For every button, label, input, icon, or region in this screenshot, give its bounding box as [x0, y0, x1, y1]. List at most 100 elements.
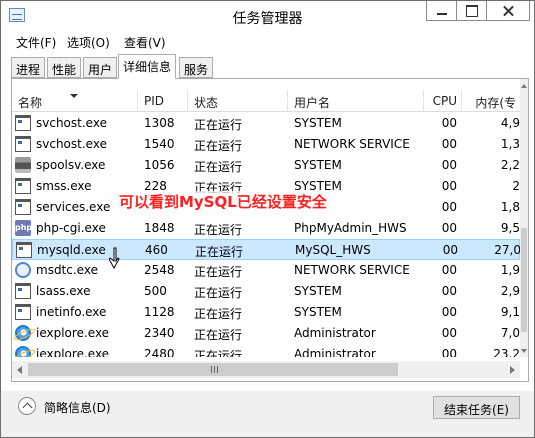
scroll-down-icon[interactable] — [521, 349, 527, 353]
end-task-button[interactable]: 结束任务(E) — [433, 396, 520, 419]
column-status[interactable]: 状态 — [188, 90, 288, 112]
column-name[interactable]: 名称 — [12, 90, 138, 112]
vertical-scroll-thumb[interactable] — [521, 228, 527, 332]
table-row[interactable]: mysqld.exe 460 正在运行 MySQL_HWS 00 27,0 — [12, 239, 520, 260]
ie-icon — [15, 325, 31, 341]
window-icon — [15, 304, 31, 320]
table-row[interactable]: svchost.exe 1540 正在运行 NETWORK SERVICE 00 1,3 — [12, 134, 520, 155]
cell-status: 正在运行 — [194, 223, 243, 237]
mouse-pointer-icon — [109, 247, 120, 269]
window-icon — [15, 178, 31, 194]
cell-cpu: 00 — [441, 158, 457, 172]
cell-pid: 1540 — [144, 137, 175, 151]
cell-mem: 7,0 — [500, 326, 520, 340]
footer: 简略信息(D) 结束任务(E) — [1, 391, 534, 437]
cell-name: svchost.exe — [36, 116, 107, 130]
column-pid[interactable]: PID — [138, 90, 188, 112]
tab-processes[interactable]: 进程 — [11, 57, 45, 78]
cell-cpu: 00 — [441, 284, 457, 298]
menu-file[interactable]: 文件(F) — [16, 34, 56, 51]
cell-status: 正在运行 — [194, 265, 243, 279]
cell-user: Administrator — [294, 347, 376, 357]
ie-icon — [15, 346, 31, 357]
vertical-scrollbar[interactable] — [520, 79, 528, 357]
cell-status: 正在运行 — [194, 307, 243, 321]
tab-performance[interactable]: 性能 — [47, 57, 81, 78]
cell-pid: 1308 — [144, 116, 175, 130]
scroll-right-icon[interactable] — [510, 366, 515, 374]
cell-cpu: 00 — [441, 179, 457, 193]
cell-cpu: 00 — [441, 347, 457, 357]
cell-mem: 9,5 — [500, 221, 520, 235]
title-bar[interactable]: 任务管理器 — [1, 1, 534, 31]
cell-pid: 2340 — [144, 326, 175, 340]
scroll-up-icon[interactable] — [521, 84, 527, 88]
table-row[interactable]: spoolsv.exe 1056 正在运行 SYSTEM 00 2,2 — [12, 155, 520, 176]
close-button[interactable] — [486, 1, 530, 21]
tab-details[interactable]: 详细信息 — [118, 54, 176, 79]
cell-pid: 1848 — [144, 221, 175, 235]
php-icon: php — [15, 220, 32, 236]
horizontal-scroll-thumb[interactable] — [28, 363, 398, 376]
maximize-button[interactable] — [456, 1, 486, 21]
cell-name: spoolsv.exe — [36, 158, 106, 172]
horizontal-scrollbar[interactable] — [12, 361, 520, 378]
cell-status: 正在运行 — [194, 118, 243, 132]
cell-user: Administrator — [294, 326, 376, 340]
cell-mem: 2,9 — [500, 284, 520, 298]
cell-cpu: 00 — [441, 116, 457, 130]
table-row[interactable]: msdtc.exe 2548 正在运行 NETWORK SERVICE 00 1,9 — [12, 260, 520, 281]
cell-pid: 2548 — [144, 263, 175, 277]
cell-mem: 27,0 — [494, 243, 520, 257]
tab-services[interactable]: 服务 — [179, 57, 213, 78]
table-row[interactable]: svchost.exe 1308 正在运行 SYSTEM 00 4,9 — [12, 113, 520, 134]
table-header: 名称 PID 状态 用户名 CPU 内存(专 — [12, 90, 520, 112]
table-row[interactable]: lsass.exe 500 正在运行 SYSTEM 00 2,9 — [12, 281, 520, 302]
column-username[interactable]: 用户名 — [288, 90, 424, 112]
cell-status: 正在运行 — [194, 160, 243, 174]
table-row[interactable]: iexplore.exe 2480 正在运行 Administrator 00 23,2 — [12, 344, 520, 357]
cell-mem: 2 — [512, 179, 520, 193]
cell-name: iexplore.exe — [36, 326, 110, 340]
network-icon — [15, 262, 31, 278]
cell-mem: 1,8 — [500, 200, 520, 214]
cell-name: mysqld.exe — [37, 243, 106, 257]
tab-users[interactable]: 用户 — [83, 57, 117, 78]
table-row[interactable]: iexplore.exe 2340 正在运行 Administrator 00 7,0 — [12, 323, 520, 344]
table-row[interactable]: php php-cgi.exe 1848 正在运行 PhpMyAdmin_HWS 00 9,… — [12, 218, 520, 239]
cell-status: 正在运行 — [194, 286, 243, 300]
printer-icon — [15, 157, 31, 173]
details-panel: 名称 PID 状态 用户名 CPU 内存(专 svchost.exe 1308 正在… — [11, 78, 529, 382]
cell-user: NETWORK SERVICE — [294, 263, 410, 277]
cell-user: SYSTEM — [294, 158, 342, 172]
column-memory[interactable]: 内存(专 — [462, 90, 520, 112]
cell-mem: 1,9 — [500, 263, 520, 277]
cell-mem: 2,2 — [500, 158, 520, 172]
cell-mem: 9,1 — [500, 305, 520, 319]
cell-cpu: 00 — [441, 221, 457, 235]
process-list: 名称 PID 状态 用户名 CPU 内存(专 svchost.exe 1308 正在… — [12, 90, 520, 357]
cell-mem: 4,9 — [500, 116, 520, 130]
menu-view[interactable]: 查看(V) — [124, 34, 166, 51]
cell-pid: 1056 — [144, 158, 175, 172]
cell-cpu: 00 — [442, 243, 458, 257]
window-icon — [15, 283, 31, 299]
minimize-button[interactable] — [426, 1, 456, 21]
cell-user: PhpMyAdmin_HWS — [294, 221, 407, 235]
fewer-details-link[interactable]: 简略信息(D) — [44, 399, 111, 416]
cell-user: SYSTEM — [294, 305, 342, 319]
scroll-left-icon[interactable] — [17, 366, 22, 374]
cell-name: msdtc.exe — [36, 263, 98, 277]
cell-mem: 1,3 — [500, 137, 520, 151]
table-row[interactable]: inetinfo.exe 1128 正在运行 SYSTEM 00 9,1 — [12, 302, 520, 323]
cell-name: php-cgi.exe — [36, 221, 106, 235]
window-icon — [15, 136, 31, 152]
menu-bar: 文件(F) 选项(O) 查看(V) — [1, 31, 534, 53]
cell-name: lsass.exe — [36, 284, 91, 298]
menu-options[interactable]: 选项(O) — [67, 34, 110, 51]
cell-name: inetinfo.exe — [36, 305, 107, 319]
column-cpu[interactable]: CPU — [424, 90, 462, 112]
collapse-chevron-icon[interactable] — [18, 397, 36, 415]
cell-user: SYSTEM — [294, 116, 342, 130]
cell-cpu: 00 — [441, 305, 457, 319]
